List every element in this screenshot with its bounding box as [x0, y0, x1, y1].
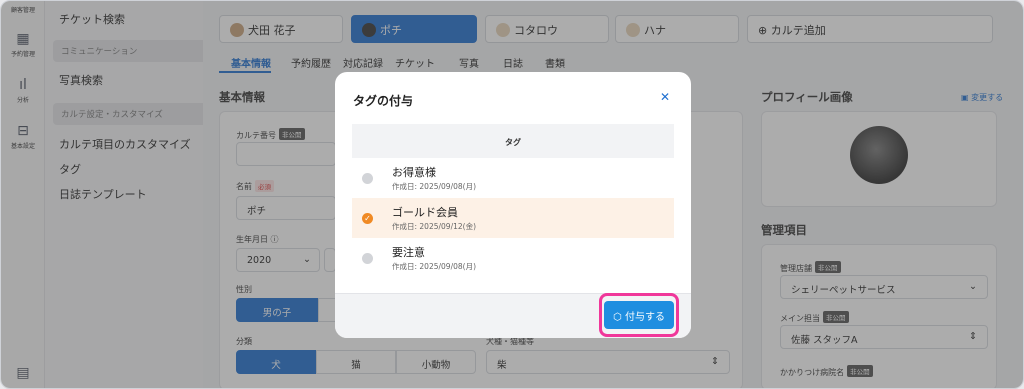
tag-name: ゴールド会員 — [392, 206, 458, 219]
app-window: 顧客管理 ▦ 予約管理 ıl 分析 ⊟ 基本設定 ▤ チケット検索 コミュニケー… — [0, 0, 1024, 389]
tag-created-date: 作成日: 2025/09/08(月) — [392, 262, 476, 271]
tag-created-date: 作成日: 2025/09/08(月) — [392, 182, 476, 191]
apply-tag-button[interactable]: ⬡ 付与する — [604, 301, 674, 329]
tag-name: 要注意 — [392, 246, 425, 259]
tag-created-date: 作成日: 2025/09/12(金) — [392, 222, 476, 231]
tag-name: お得意様 — [392, 166, 436, 179]
tag-row-caution[interactable]: 要注意 作成日: 2025/09/08(月) — [352, 238, 674, 278]
radio-unchecked[interactable] — [362, 173, 373, 184]
tag-row-otokuisama[interactable]: お得意様 作成日: 2025/09/08(月) — [352, 158, 674, 198]
apply-tag-label: 付与する — [624, 312, 665, 323]
tag-row-gold-member[interactable]: ✓ ゴールド会員 作成日: 2025/09/12(金) — [352, 198, 674, 238]
tag-assign-modal: タグの付与 ✕ タグ お得意様 作成日: 2025/09/08(月) ✓ ゴール… — [335, 72, 691, 338]
check-icon[interactable]: ✓ — [362, 213, 373, 224]
close-icon[interactable]: ✕ — [660, 90, 670, 104]
radio-unchecked[interactable] — [362, 253, 373, 264]
tag-icon: ⬡ — [613, 312, 625, 323]
tag-table-header: タグ — [352, 124, 674, 158]
modal-title: タグの付与 — [353, 94, 414, 108]
